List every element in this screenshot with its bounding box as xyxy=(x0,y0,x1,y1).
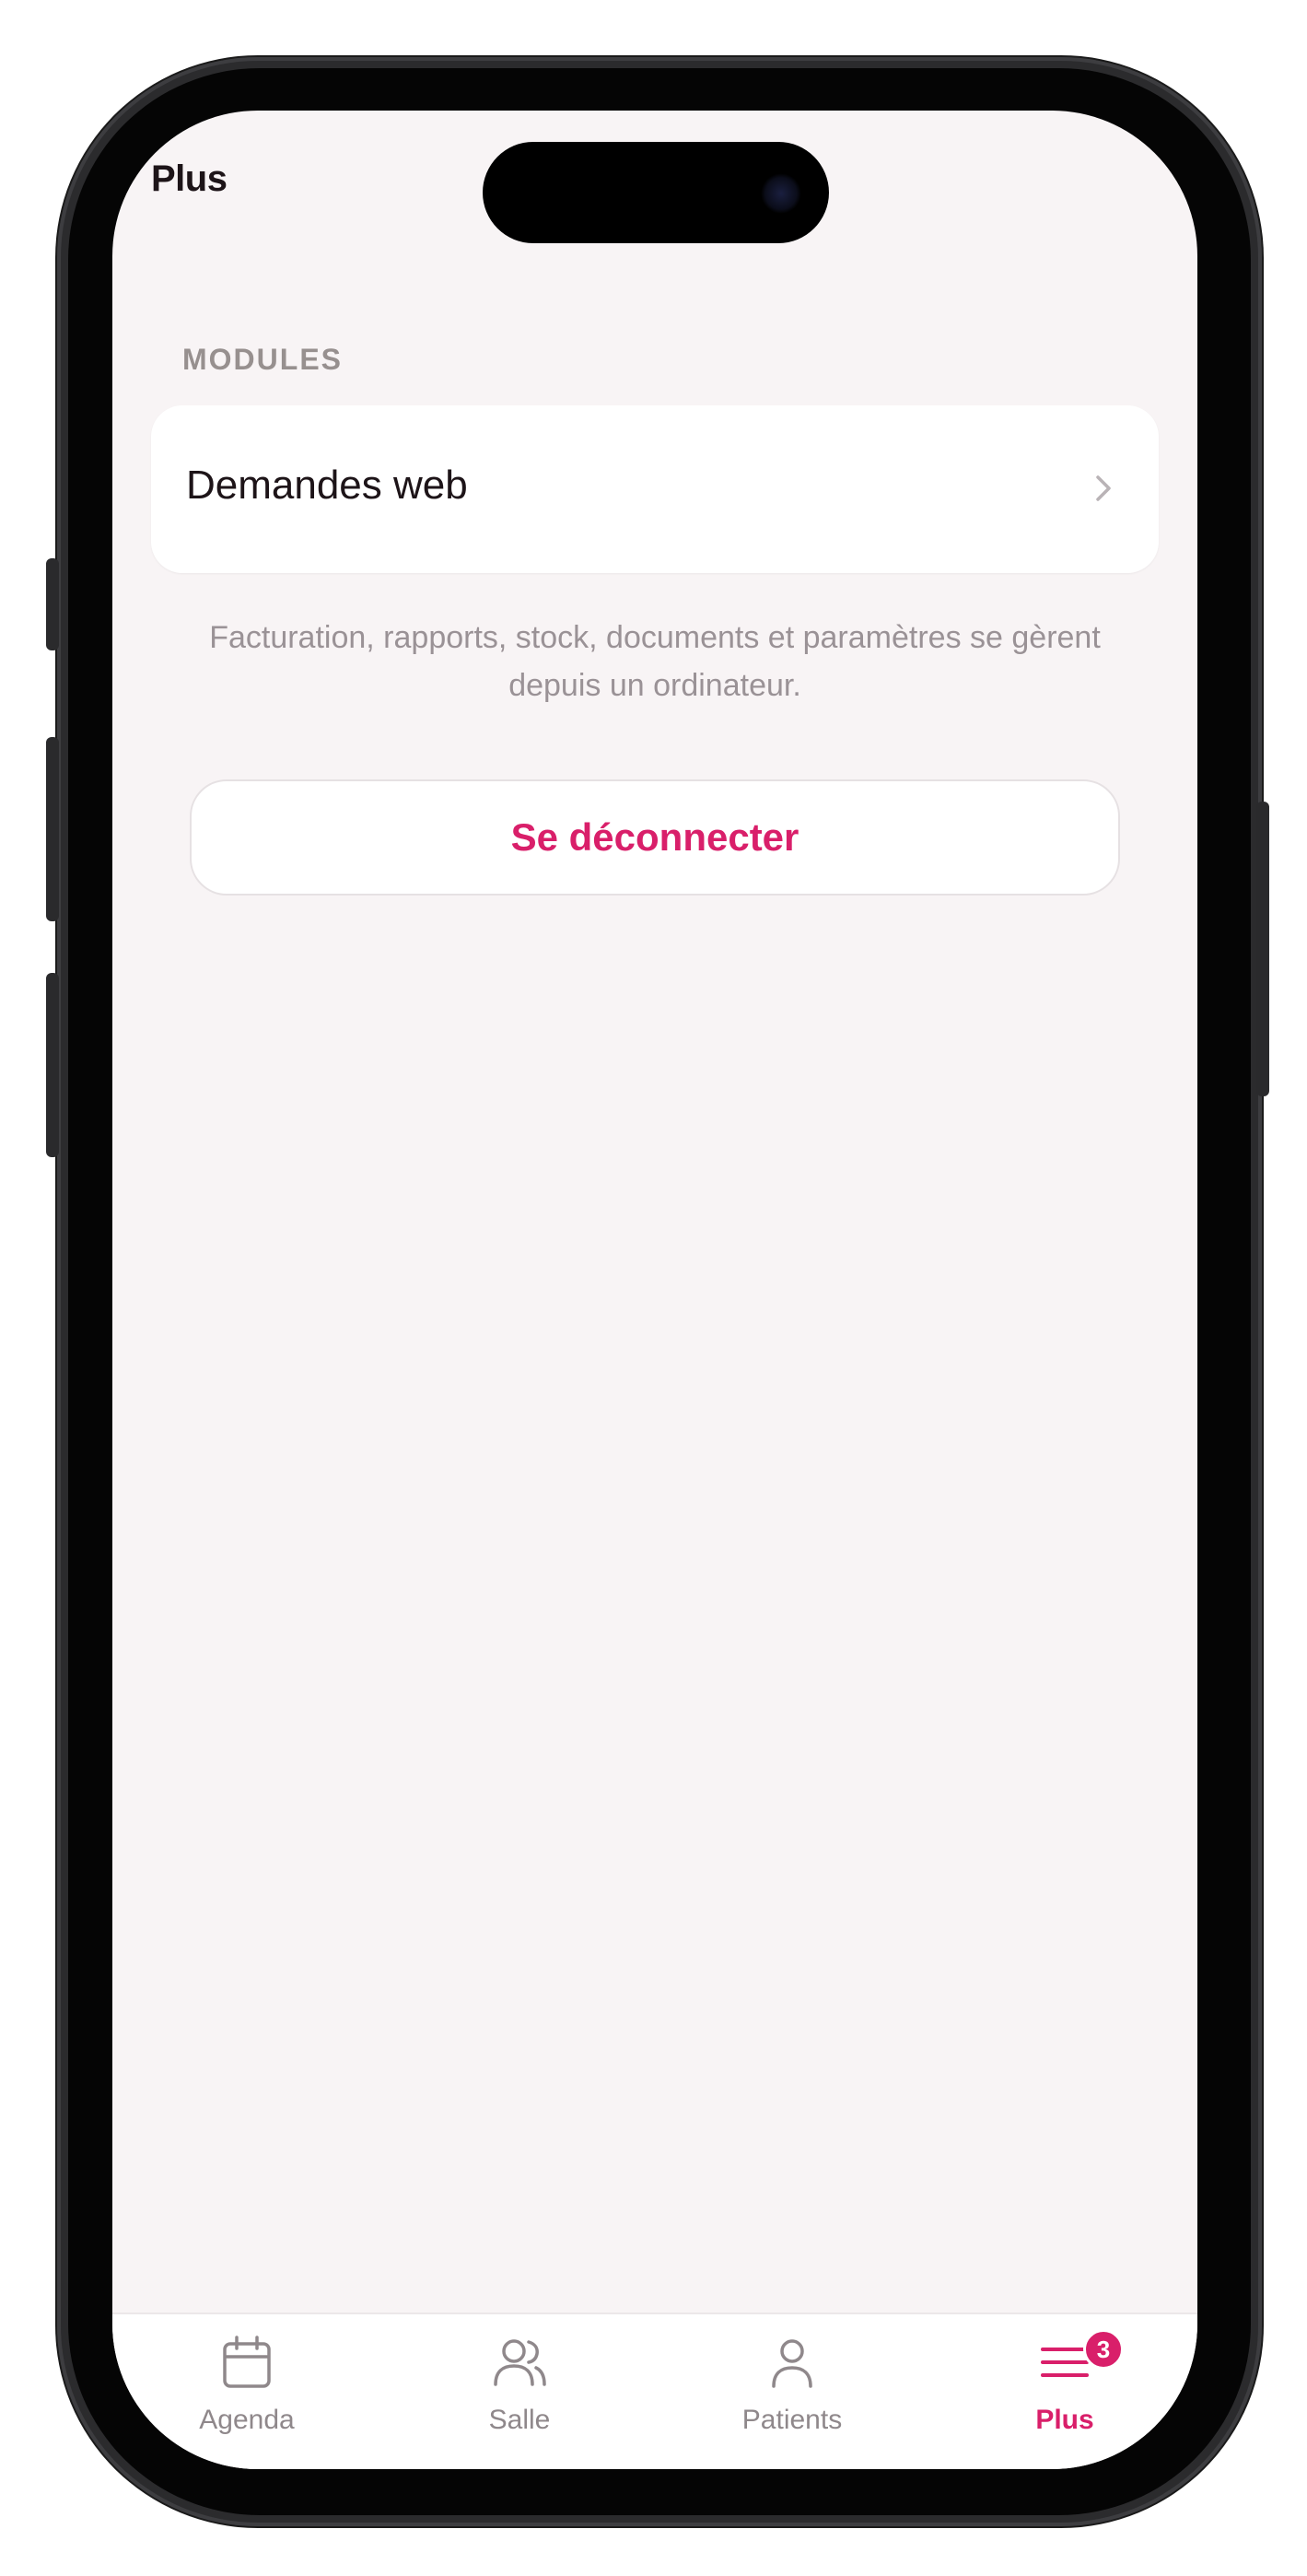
chevron-right-icon xyxy=(1096,475,1111,501)
volume-down-button xyxy=(46,973,59,1157)
section-label-modules: MODULES xyxy=(182,343,343,376)
app-screen: Plus MODULES Demandes web Facturation, r… xyxy=(112,111,1197,2469)
calendar-icon xyxy=(223,2336,271,2388)
desktop-only-note: Facturation, rapports, stock, documents … xyxy=(209,620,1101,703)
notification-badge: 3 xyxy=(1083,2329,1124,2370)
camera-lens-icon xyxy=(761,173,801,214)
dynamic-island xyxy=(483,142,829,243)
tab-agenda[interactable]: Agenda xyxy=(155,2333,339,2462)
tab-plus-label: Plus xyxy=(1035,2405,1094,2435)
tab-bar: Agenda Salle Patients 3 Plus xyxy=(112,2313,1197,2469)
logout-button-label: Se déconnecter xyxy=(510,815,799,859)
tab-agenda-label: Agenda xyxy=(199,2405,295,2435)
users-icon xyxy=(494,2339,546,2386)
action-button xyxy=(46,558,59,650)
user-icon xyxy=(772,2339,812,2388)
logout-button[interactable]: Se déconnecter xyxy=(190,779,1120,896)
tab-salle-label: Salle xyxy=(488,2405,551,2435)
tab-plus[interactable]: 3 Plus xyxy=(973,2329,1157,2462)
page-title: Plus xyxy=(151,158,228,199)
list-item-label: Demandes web xyxy=(186,463,468,508)
power-button xyxy=(1256,802,1269,1096)
tab-salle[interactable]: Salle xyxy=(427,2333,612,2462)
tab-patients[interactable]: Patients xyxy=(700,2333,884,2462)
list-item-demandes-web[interactable]: Demandes web xyxy=(151,405,1159,573)
volume-up-button xyxy=(46,737,59,921)
tab-patients-label: Patients xyxy=(741,2405,843,2435)
